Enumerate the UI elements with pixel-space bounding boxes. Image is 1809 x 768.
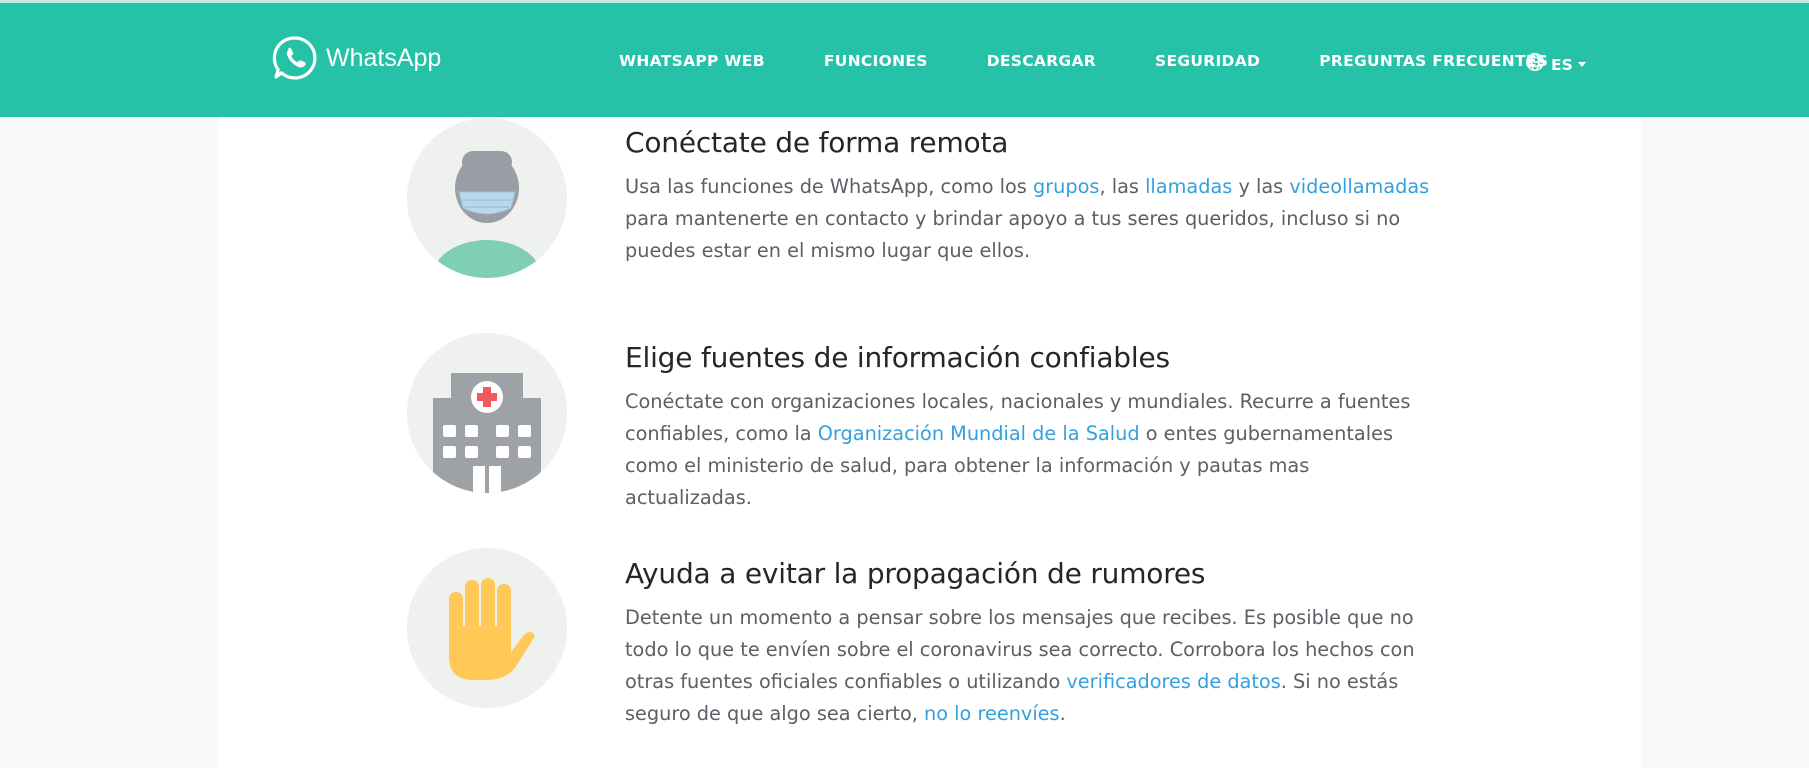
stop-hand-icon <box>407 548 567 708</box>
text-segment: y las <box>1232 175 1290 198</box>
nav-funciones[interactable]: FUNCIONES <box>824 52 928 70</box>
link-grupos[interactable]: grupos <box>1033 175 1099 198</box>
text-segment: Usa las funciones de WhatsApp, como los <box>625 175 1033 198</box>
link-llamadas[interactable]: llamadas <box>1145 175 1232 198</box>
language-code: ES <box>1551 55 1573 74</box>
feature-title: Ayuda a evitar la propagación de rumores <box>625 557 1206 590</box>
globe-icon <box>1525 52 1545 77</box>
nav-preguntas-frecuentes[interactable]: PREGUNTAS FRECUENTES <box>1319 52 1548 70</box>
feature-title: Elige fuentes de información confiables <box>625 341 1170 374</box>
feature-description: Detente un momento a pensar sobre los me… <box>625 602 1435 730</box>
link-oms[interactable]: Organización Mundial de la Salud <box>818 422 1140 445</box>
content-panel: Conéctate de forma remota Usa las funcio… <box>218 117 1641 768</box>
whatsapp-logo-icon <box>272 35 318 81</box>
whatsapp-logo[interactable]: WhatsApp <box>272 35 441 81</box>
brand-name: WhatsApp <box>326 43 442 72</box>
feature-icon-circle <box>407 333 567 493</box>
feature-description: Usa las funciones de WhatsApp, como los … <box>625 171 1435 267</box>
feature-description: Conéctate con organizaciones locales, na… <box>625 386 1435 514</box>
text-segment: para mantenerte en contacto y brindar ap… <box>625 207 1401 262</box>
link-videollamadas[interactable]: videollamadas <box>1289 175 1429 198</box>
text-segment: , las <box>1099 175 1146 198</box>
link-verificadores[interactable]: verificadores de datos <box>1066 670 1280 693</box>
feature-icon-circle <box>407 548 567 708</box>
site-header: WhatsApp WHATSAPP WEB FUNCIONES DESCARGA… <box>0 3 1809 117</box>
feature-icon-circle <box>407 118 567 278</box>
feature-title: Conéctate de forma remota <box>625 126 1009 159</box>
nav-seguridad[interactable]: SEGURIDAD <box>1155 52 1260 70</box>
language-selector[interactable]: ES <box>1525 52 1586 77</box>
link-no-reenvies[interactable]: no lo reenvíes <box>924 702 1060 725</box>
hospital-icon <box>407 333 567 493</box>
nav-whatsapp-web[interactable]: WHATSAPP WEB <box>619 52 765 70</box>
masked-person-icon <box>407 118 567 278</box>
text-segment: . <box>1059 702 1066 725</box>
main-nav: WHATSAPP WEB FUNCIONES DESCARGAR SEGURID… <box>619 52 1548 70</box>
nav-descargar[interactable]: DESCARGAR <box>987 52 1096 70</box>
chevron-down-icon <box>1577 62 1586 67</box>
